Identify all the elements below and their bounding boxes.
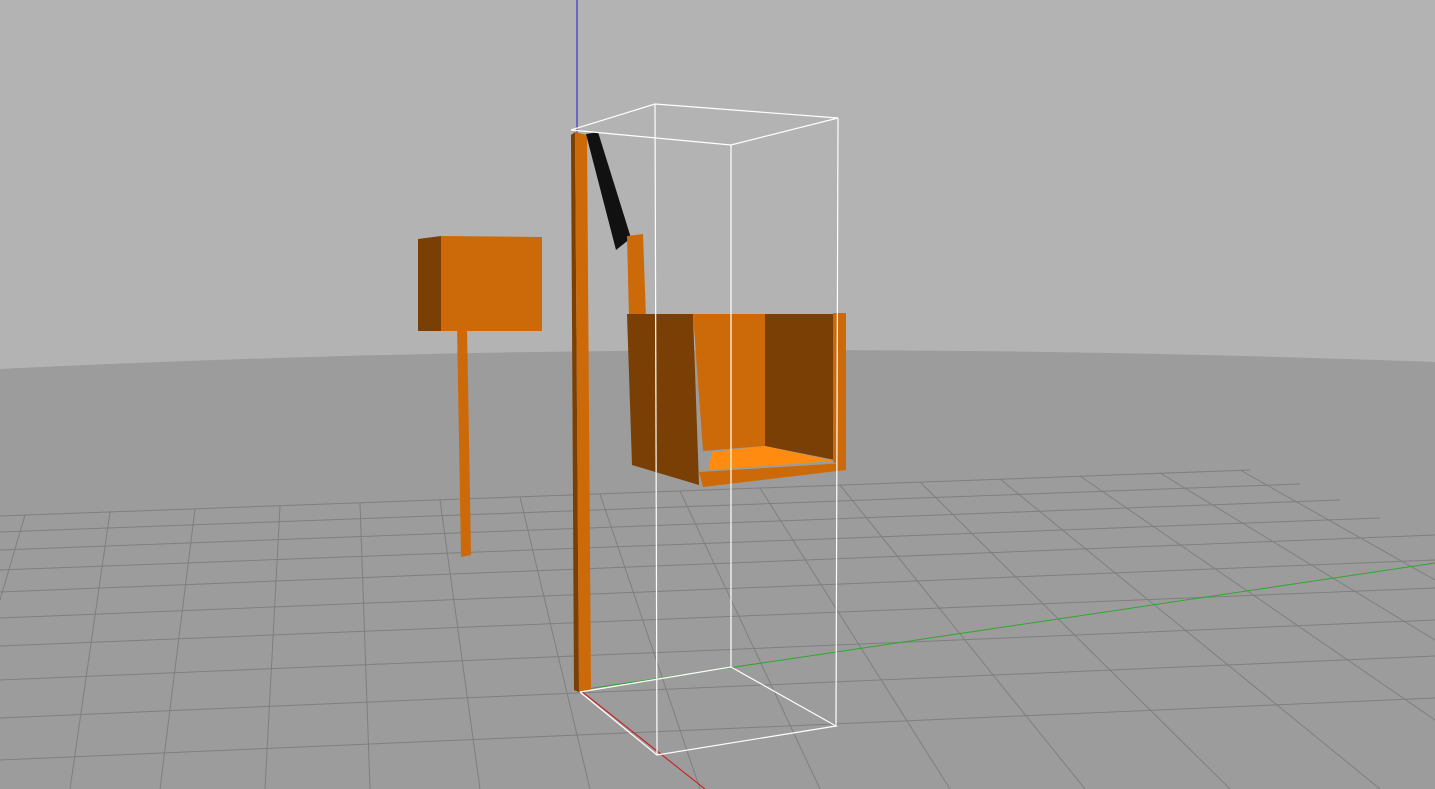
sign-panel-front (441, 236, 542, 331)
sign-panel-side (418, 236, 441, 331)
bin-right-wall (765, 314, 835, 460)
bin-hanger (627, 234, 646, 318)
bin-right-edge (833, 313, 846, 467)
3d-viewport[interactable] (0, 0, 1435, 789)
bin-back-wall (693, 314, 765, 451)
bin-left-wall (627, 314, 699, 485)
